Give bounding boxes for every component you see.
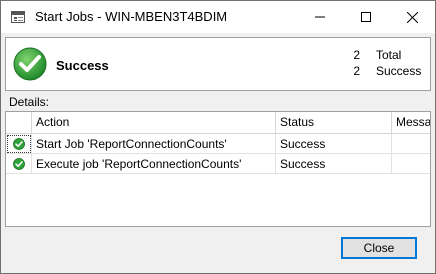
grid-header: Action Status Messa [6,112,430,134]
start-jobs-dialog: Start Jobs - WIN-MBEN3T4BDIM Success 2 T… [0,0,436,274]
row-selector[interactable] [6,154,32,174]
action-cell: Start Job 'ReportConnectionCounts' [32,134,276,154]
status-cell: Success [276,134,392,154]
success-label: Success [376,64,422,78]
close-button[interactable]: Close [341,237,417,259]
title-bar: Start Jobs - WIN-MBEN3T4BDIM [1,1,435,33]
details-grid[interactable]: Action Status Messa Start Job 'ReportCon… [5,111,431,227]
row-selector-header[interactable] [6,112,32,133]
maximize-icon [361,12,371,22]
maximize-button[interactable] [343,1,389,33]
table-row[interactable]: Execute job 'ReportConnectionCounts' Suc… [6,154,430,174]
status-cell: Success [276,154,392,174]
overall-status: Success [56,58,109,73]
close-window-button[interactable] [389,1,435,33]
app-window-icon [11,11,25,23]
column-header-message[interactable]: Messa [392,112,430,133]
close-icon [406,11,418,23]
total-label: Total [376,48,402,62]
table-row[interactable]: Start Job 'ReportConnectionCounts' Succe… [6,134,430,154]
column-header-action[interactable]: Action [32,112,276,133]
details-label: Details: [9,95,50,109]
action-cell: Execute job 'ReportConnectionCounts' [32,154,276,174]
message-cell [392,154,430,174]
summary-panel: Success 2 Total 2 Success [5,37,431,91]
success-count: 2 [353,64,360,78]
minimize-icon [315,16,325,18]
success-check-icon [12,157,25,170]
success-check-icon [13,47,47,81]
minimize-button[interactable] [297,1,343,33]
column-header-status[interactable]: Status [276,112,392,133]
message-cell [392,134,430,154]
window-title: Start Jobs - WIN-MBEN3T4BDIM [35,9,228,24]
focus-outline [7,135,31,153]
row-selector[interactable] [6,134,32,154]
total-count: 2 [353,48,360,62]
